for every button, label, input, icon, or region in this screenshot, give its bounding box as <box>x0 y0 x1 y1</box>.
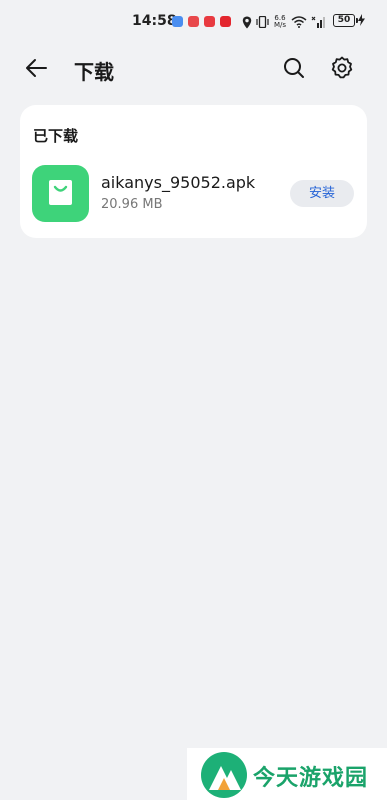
notification-app-icon <box>220 16 231 27</box>
file-name: aikanys_95052.apk <box>101 173 256 192</box>
shopping-bag-icon <box>49 180 72 205</box>
search-button[interactable] <box>280 54 308 82</box>
section-title: 已下载 <box>33 127 79 145</box>
mountain-logo-icon <box>209 766 241 790</box>
location-icon <box>242 16 252 28</box>
settings-button[interactable] <box>328 54 356 82</box>
vibrate-icon <box>256 16 269 28</box>
network-speed: 6.6 M/s <box>273 14 287 29</box>
apk-file-icon <box>32 165 89 222</box>
status-icons: 6.6 M/s <box>242 13 325 31</box>
watermark-text: 今天游戏园 <box>253 766 369 791</box>
notification-app-icon <box>188 16 199 27</box>
page-title: 下载 <box>74 60 114 84</box>
status-bar: 14:58 6.6 M/s 50 <box>0 0 387 44</box>
header: 下载 <box>0 44 387 96</box>
downloaded-card: 已下载 aikanys_95052.apk 20.96 MB 安装 <box>20 105 367 238</box>
watermark: 今天游戏园 <box>187 748 387 800</box>
watermark-logo <box>201 752 247 798</box>
status-time: 14:58 <box>132 13 177 29</box>
charging-icon <box>358 14 365 26</box>
gear-icon <box>331 56 353 79</box>
battery-icon: 50 <box>333 14 358 27</box>
wifi-icon <box>291 16 307 28</box>
back-arrow-icon <box>26 59 47 77</box>
search-icon <box>284 58 304 78</box>
back-button[interactable] <box>24 56 64 84</box>
list-item[interactable]: aikanys_95052.apk 20.96 MB 安装 <box>20 163 367 223</box>
notification-app-icon <box>204 16 215 27</box>
signal-icon <box>311 16 325 28</box>
install-button[interactable]: 安装 <box>290 180 354 207</box>
file-size: 20.96 MB <box>101 197 163 212</box>
notification-app-icon <box>172 16 183 27</box>
